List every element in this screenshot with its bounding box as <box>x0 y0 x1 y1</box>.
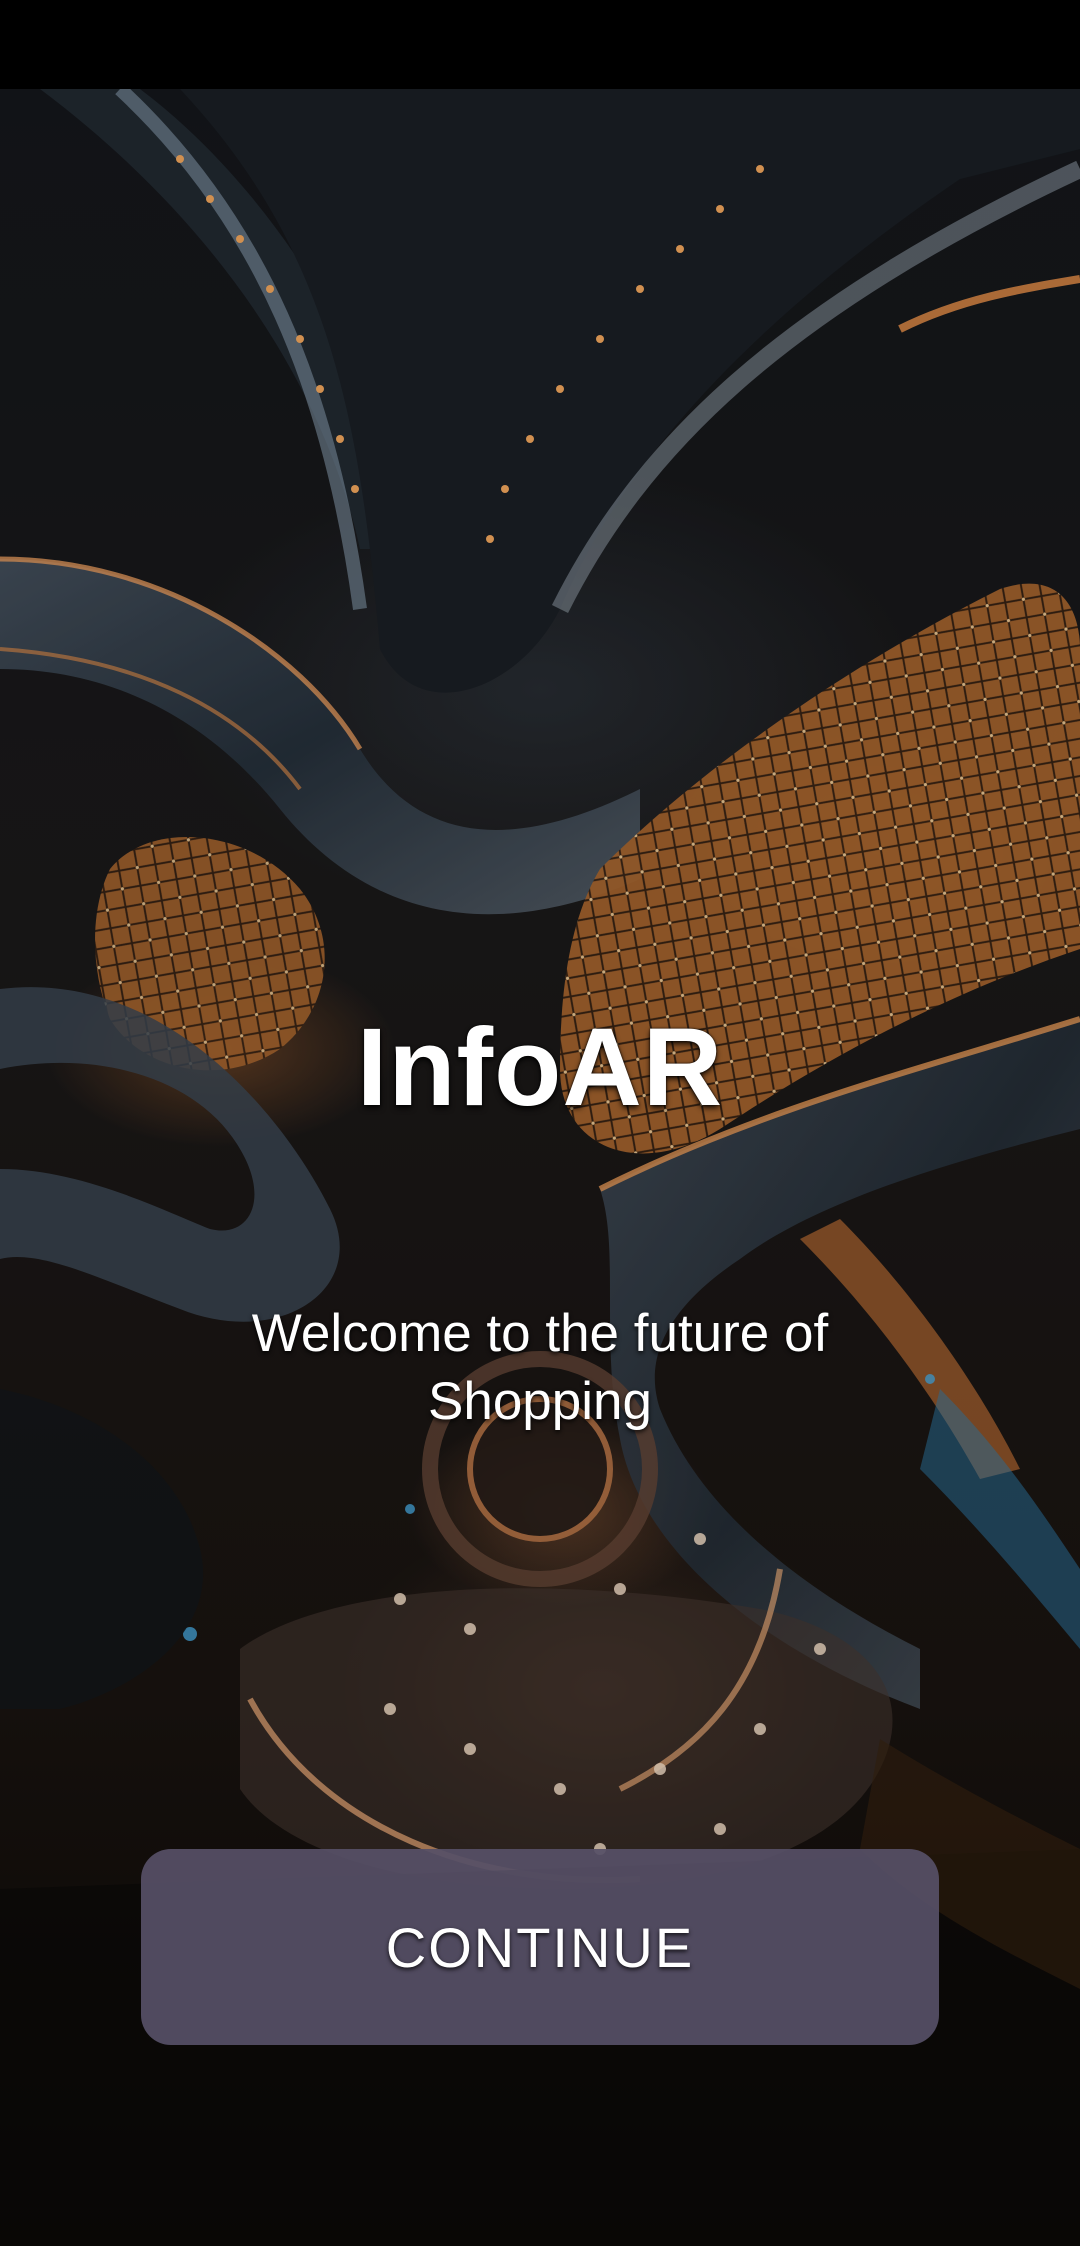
status-bar <box>0 0 1080 89</box>
continue-button[interactable]: CONTINUE <box>141 1849 939 2045</box>
welcome-screen: InfoAR Welcome to the future of Shopping… <box>0 0 1080 2246</box>
welcome-subtitle: Welcome to the future of Shopping <box>251 1304 829 1431</box>
continue-button-label: CONTINUE <box>385 1915 695 1979</box>
app-title: InfoAR <box>356 1006 724 1129</box>
